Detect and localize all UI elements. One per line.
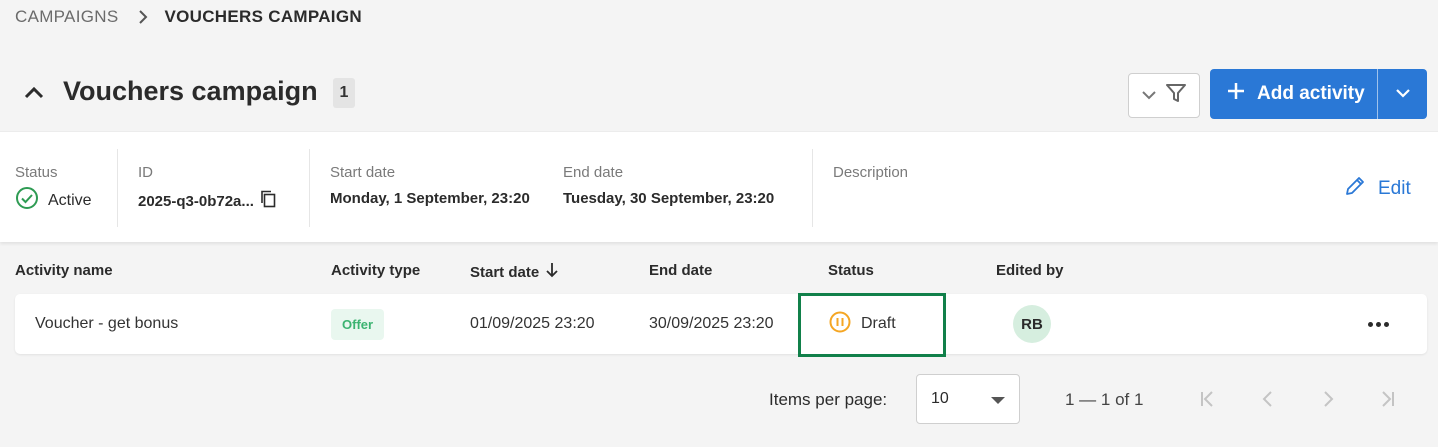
id-value: 2025-q3-0b72a... bbox=[138, 192, 254, 210]
status-value: Active bbox=[15, 186, 92, 215]
avatar: RB bbox=[1013, 305, 1051, 343]
copy-icon[interactable] bbox=[260, 190, 276, 212]
status-label: Status bbox=[15, 164, 58, 181]
start-date-label: Start date bbox=[330, 164, 396, 181]
divider bbox=[117, 149, 118, 227]
column-start-date[interactable]: Start date bbox=[470, 262, 559, 282]
activity-name-cell: Voucher - get bonus bbox=[35, 315, 179, 332]
edited-by-cell: RB bbox=[1013, 294, 1051, 354]
last-page-icon[interactable] bbox=[1374, 386, 1400, 412]
chevron-up-icon[interactable] bbox=[22, 82, 46, 102]
chevron-down-icon bbox=[1395, 85, 1410, 103]
arrow-down-icon bbox=[545, 262, 559, 282]
breadcrumb-campaigns-link[interactable]: CAMPAIGNS bbox=[15, 7, 118, 27]
end-date-field: End date Tuesday, 30 September, 23:20 bbox=[563, 164, 774, 207]
activity-type-badge: Offer bbox=[331, 308, 385, 340]
start-date-value: Monday, 1 September, 23:20 bbox=[330, 190, 530, 207]
status-highlight-box bbox=[798, 293, 946, 357]
id-field: ID 2025-q3-0b72a... bbox=[138, 164, 276, 212]
chevron-right-icon bbox=[138, 10, 148, 24]
divider bbox=[812, 149, 813, 227]
column-edited-by[interactable]: Edited by bbox=[996, 262, 1064, 279]
breadcrumb: CAMPAIGNS VOUCHERS CAMPAIGN bbox=[15, 7, 362, 27]
more-dot bbox=[1383, 321, 1389, 327]
column-status[interactable]: Status bbox=[828, 262, 874, 279]
add-activity-dropdown[interactable] bbox=[1378, 69, 1427, 119]
campaign-header: Vouchers campaign 1 Add activity bbox=[0, 62, 1438, 124]
add-activity-button[interactable]: Add activity bbox=[1210, 69, 1427, 119]
status-field: Status Active bbox=[15, 164, 92, 215]
filter-icon bbox=[1166, 83, 1186, 108]
breadcrumb-current: VOUCHERS CAMPAIGN bbox=[164, 7, 362, 26]
end-date-cell: 30/09/2025 23:20 bbox=[649, 315, 774, 332]
caret-down-icon bbox=[991, 397, 1005, 404]
id-label: ID bbox=[138, 164, 153, 181]
activity-count-badge: 1 bbox=[333, 78, 355, 108]
start-date-field: Start date Monday, 1 September, 23:20 bbox=[330, 164, 530, 207]
pagination: Items per page: 10 1 — 1 of 1 bbox=[0, 374, 1438, 424]
page-range: 1 — 1 of 1 bbox=[1065, 390, 1144, 409]
start-date-cell: 01/09/2025 23:20 bbox=[470, 315, 595, 332]
check-circle-icon bbox=[15, 186, 39, 215]
pencil-icon bbox=[1344, 175, 1366, 203]
column-activity-name[interactable]: Activity name bbox=[15, 262, 113, 279]
next-page-icon[interactable] bbox=[1315, 386, 1341, 412]
table-row[interactable]: Voucher - get bonus Offer 01/09/2025 23:… bbox=[15, 294, 1427, 354]
more-horizontal-icon[interactable] bbox=[1358, 314, 1398, 334]
items-per-page-label: Items per page: bbox=[769, 390, 888, 409]
id-value-row: 2025-q3-0b72a... bbox=[138, 190, 276, 212]
add-activity-main[interactable]: Add activity bbox=[1210, 69, 1378, 119]
description-label: Description bbox=[833, 164, 909, 181]
description-field: Description bbox=[833, 164, 908, 181]
plus-icon bbox=[1227, 82, 1245, 106]
more-dot bbox=[1375, 321, 1381, 327]
status-text: Active bbox=[48, 191, 92, 209]
column-end-date[interactable]: End date bbox=[649, 262, 712, 279]
first-page-icon[interactable] bbox=[1195, 386, 1221, 412]
column-start-date-label: Start date bbox=[470, 263, 540, 281]
filter-button[interactable] bbox=[1128, 73, 1200, 118]
edit-label: Edit bbox=[1378, 178, 1411, 199]
items-per-page-value: 10 bbox=[931, 390, 949, 407]
column-activity-type[interactable]: Activity type bbox=[331, 262, 420, 279]
campaign-details-panel: Status Active ID 2025-q3-0b72a... Start … bbox=[0, 131, 1438, 242]
end-date-label: End date bbox=[563, 164, 624, 181]
edit-button[interactable]: Edit bbox=[1344, 175, 1411, 203]
end-date-value: Tuesday, 30 September, 23:20 bbox=[563, 190, 775, 207]
chevron-down-icon bbox=[1142, 87, 1156, 105]
previous-page-icon[interactable] bbox=[1255, 386, 1281, 412]
add-activity-label: Add activity bbox=[1257, 83, 1365, 104]
page-title: Vouchers campaign bbox=[63, 76, 318, 106]
more-dot bbox=[1367, 321, 1373, 327]
divider bbox=[309, 149, 310, 227]
activity-type-cell: Offer bbox=[331, 294, 385, 354]
items-per-page-select[interactable]: 10 bbox=[916, 374, 1020, 424]
